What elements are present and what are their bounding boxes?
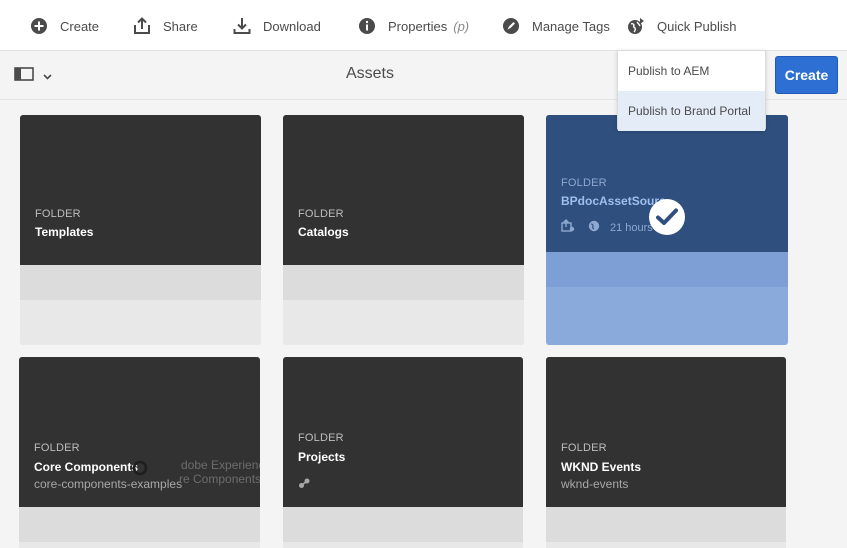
- download-action[interactable]: Download: [233, 14, 321, 38]
- card-strip: [20, 265, 261, 300]
- tag-icon: [502, 17, 520, 35]
- quick-publish-action-label: Quick Publish: [657, 18, 737, 34]
- create-button[interactable]: Create: [775, 56, 838, 94]
- manage-tags-action[interactable]: Manage Tags: [502, 14, 610, 38]
- card-thumbnail: [283, 115, 524, 265]
- card-type: FOLDER: [298, 432, 344, 444]
- action-bar: Create Share Download Properties (p) Man…: [0, 0, 847, 51]
- folder-card-wknd-events[interactable]: FOLDER WKND Events wknd-events: [546, 357, 786, 548]
- globe-icon: [627, 17, 645, 35]
- quick-publish-menu: Publish to AEM Publish to Brand Portal: [617, 50, 766, 131]
- card-title: WKND Events: [561, 460, 642, 474]
- card-strip: [546, 507, 786, 542]
- card-type: FOLDER: [298, 208, 344, 220]
- create-action-label: Create: [60, 18, 100, 34]
- selected-check-icon[interactable]: [649, 199, 685, 235]
- add-circle-icon: [30, 17, 48, 35]
- card-strip: [546, 252, 788, 287]
- card-type: FOLDER: [561, 442, 607, 454]
- card-type: FOLDER: [561, 177, 607, 189]
- info-icon: [358, 17, 376, 35]
- spinner-icon: [132, 460, 148, 481]
- card-type: FOLDER: [34, 442, 80, 454]
- share-action[interactable]: Share: [133, 14, 198, 38]
- properties-action[interactable]: Properties (p): [358, 14, 469, 38]
- card-type: FOLDER: [35, 208, 81, 220]
- card-title: Catalogs: [298, 225, 349, 239]
- share-icon: [133, 17, 151, 35]
- card-strip: [283, 265, 524, 300]
- folder-card-core-components[interactable]: FOLDER Core Components core-components-e…: [19, 357, 260, 548]
- share-action-label: Share: [163, 18, 198, 34]
- card-thumbnail: [20, 115, 261, 265]
- folder-card-templates[interactable]: FOLDER Templates: [20, 115, 261, 345]
- manage-tags-action-label: Manage Tags: [532, 18, 610, 34]
- create-action[interactable]: Create: [30, 14, 99, 38]
- card-title: BPdocAssetSourc: [561, 194, 666, 208]
- card-title: Core Components: [34, 460, 139, 474]
- card-subtitle: core-components-examples: [34, 477, 183, 491]
- card-meta: 21 hours a: [561, 219, 662, 237]
- properties-shortcut: (p): [453, 18, 470, 34]
- download-icon: [233, 17, 251, 35]
- thumbnail-text: dobe Experienc: [181, 458, 260, 472]
- card-subtitle: wknd-events: [561, 477, 629, 491]
- download-action-label: Download: [263, 18, 321, 34]
- thumbnail-text: re Components: [179, 472, 260, 486]
- quick-publish-action[interactable]: Quick Publish: [627, 14, 736, 38]
- published-icon: [561, 219, 575, 237]
- card-title: Templates: [35, 225, 94, 239]
- folder-card-catalogs[interactable]: FOLDER Catalogs: [283, 115, 524, 345]
- card-title: Projects: [298, 450, 346, 464]
- folder-card-bpdocassetsource[interactable]: FOLDER BPdocAssetSourc 21 hours a: [546, 115, 788, 345]
- menu-item-publish-to-brand-portal[interactable]: Publish to Brand Portal: [618, 91, 765, 131]
- card-strip: [283, 507, 523, 542]
- folder-card-projects[interactable]: FOLDER Projects: [283, 357, 523, 548]
- properties-action-label: Properties: [388, 18, 448, 34]
- link-icon: [298, 476, 311, 494]
- card-strip: [19, 507, 260, 542]
- menu-item-publish-to-aem[interactable]: Publish to AEM: [618, 51, 765, 91]
- globe-icon: [588, 219, 600, 237]
